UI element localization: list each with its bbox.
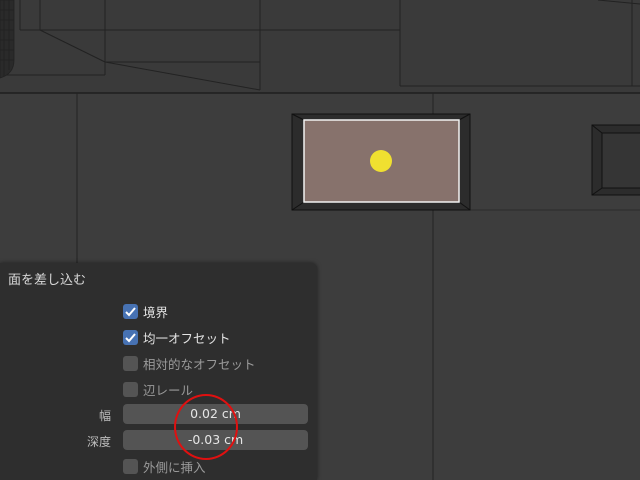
outset-label: 外側に挿入: [143, 459, 206, 475]
outset-checkbox[interactable]: [123, 458, 138, 474]
depth-label: 深度: [86, 435, 111, 449]
boundary-checkbox[interactable]: [123, 303, 138, 319]
selected-face-object: [291, 113, 471, 211]
depth-field[interactable]: -0.03 cm: [123, 430, 308, 450]
even-offset-option[interactable]: 均一オフセット: [123, 328, 231, 346]
relative-offset-option[interactable]: 相対的なオフセット: [123, 354, 256, 372]
thickness-field[interactable]: 0.02 cm: [123, 404, 308, 424]
edge-rail-label: 辺レール: [143, 382, 194, 398]
even-offset-label: 均一オフセット: [143, 330, 231, 346]
relative-offset-label: 相対的なオフセット: [143, 356, 256, 372]
edge-rail-option[interactable]: 辺レール: [123, 380, 193, 398]
even-offset-checkbox[interactable]: [123, 329, 138, 345]
checkmark-icon: [125, 332, 136, 342]
boundary-label: 境界: [143, 304, 169, 320]
thickness-label: 幅: [98, 409, 111, 423]
edge-rail-checkbox[interactable]: [123, 381, 138, 397]
operator-panel-title[interactable]: 面を差し込む: [8, 269, 86, 288]
boundary-option[interactable]: 境界: [123, 302, 168, 320]
checkmark-icon: [125, 306, 136, 316]
relative-offset-checkbox[interactable]: [123, 355, 138, 371]
outset-option[interactable]: 外側に挿入: [123, 457, 206, 475]
